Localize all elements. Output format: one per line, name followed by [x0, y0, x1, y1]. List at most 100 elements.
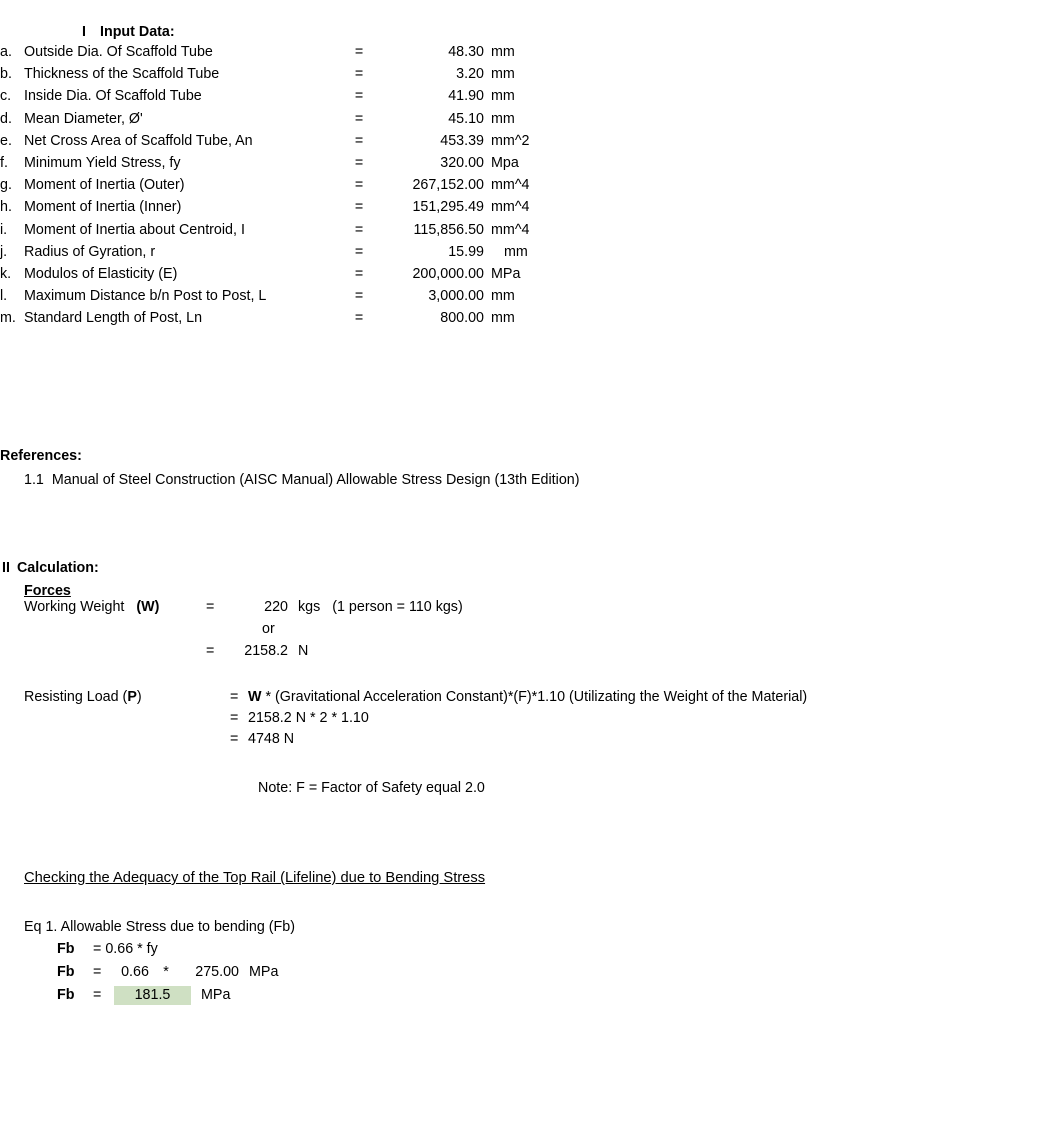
- working-weight-value: 220: [264, 599, 288, 615]
- row-key: k.: [0, 265, 12, 282]
- fb-formula-text: = 0.66 * fy: [93, 941, 158, 957]
- row-unit: Mpa: [491, 154, 519, 171]
- equation-1-title: Eq 1. Allowable Stress due to bending (F…: [24, 919, 296, 935]
- row-equals: =: [354, 243, 364, 260]
- calculation-numeral: II: [2, 560, 10, 576]
- row-key: i.: [0, 221, 8, 238]
- resisting-load-block: Resisting Load (P) = W * (Gravitational …: [0, 689, 807, 796]
- row-value: 15.99: [448, 243, 484, 260]
- resisting-load-symbol: P: [127, 689, 137, 705]
- weight-symbol: W: [248, 689, 262, 705]
- row-unit: mm: [491, 44, 515, 60]
- fb-symbol: Fb: [57, 987, 75, 1003]
- document-page: I Input Data: a. Outside Dia. Of Scaffold…: [0, 0, 1037, 1139]
- fb-symbol: Fb: [57, 963, 75, 980]
- calculation-title: Calculation:: [16, 560, 99, 576]
- table-row: m. Standard Length of Post, Ln = 800.00 …: [0, 310, 620, 332]
- row-label: Radius of Gyration, r: [24, 243, 156, 260]
- reference-number: 1.1: [24, 472, 44, 488]
- resisting-formula-text: * (Gravitational Acceleration Constant)*…: [261, 689, 808, 705]
- working-weight-row: Working Weight (W) = 220 kgs (1 person =…: [0, 599, 807, 621]
- row-value: 800.00: [440, 310, 484, 327]
- working-weight-equals: =: [206, 599, 215, 615]
- table-row: c. Inside Dia. Of Scaffold Tube = 41.90 …: [0, 88, 620, 110]
- input-section-numeral: I: [82, 24, 86, 40]
- factor-of-safety-note: Note: F = Factor of Safety equal 2.0: [258, 780, 485, 796]
- row-unit: mm^4: [491, 199, 530, 216]
- row-label: Minimum Yield Stress, fy: [24, 154, 181, 171]
- working-weight-symbol: (W): [136, 599, 160, 615]
- fb-result-value: 181.5: [114, 986, 191, 1005]
- working-weight-equals-2: =: [206, 643, 215, 659]
- resisting-load-text: Resisting Load (: [24, 689, 128, 705]
- row-value: 115,856.50: [413, 221, 485, 238]
- calculation-section: II Calculation: Forces Working Weight (W)…: [0, 560, 807, 796]
- resisting-load-line-2: = 2158.2 N * 2 * 1.10: [0, 710, 807, 731]
- row-key: m.: [0, 310, 16, 327]
- equation-1-block: Eq 1. Allowable Stress due to bending (F…: [0, 919, 485, 1009]
- fb-coefficient: 0.66: [121, 963, 149, 980]
- table-row: i. Moment of Inertia about Centroid, I =…: [0, 222, 620, 244]
- table-row: a. Outside Dia. Of Scaffold Tube = 48.30…: [0, 44, 620, 66]
- calculation-heading: II Calculation:: [0, 560, 807, 576]
- row-unit: mm^4: [491, 221, 530, 238]
- input-data-heading: I Input Data:: [82, 22, 620, 44]
- resisting-equals-1: =: [230, 689, 239, 705]
- fb-equals: =: [93, 987, 102, 1003]
- row-label: Modulos of Elasticity (E): [24, 265, 178, 282]
- row-label: Maximum Distance b/n Post to Post, L: [24, 288, 267, 305]
- row-equals: =: [354, 199, 364, 216]
- resisting-formula-2: 2158.2 N * 2 * 1.10: [248, 710, 369, 726]
- fb-unit: MPa: [249, 963, 279, 980]
- row-unit: mm: [491, 310, 515, 327]
- resisting-result: 4748 N: [248, 731, 295, 747]
- row-value: 453.39: [440, 132, 484, 149]
- row-value: 45.10: [448, 110, 484, 127]
- row-key: g.: [0, 177, 12, 194]
- row-equals: =: [354, 288, 364, 305]
- row-value: 3.20: [456, 66, 484, 83]
- row-equals: =: [354, 265, 364, 282]
- resisting-equals-2: =: [230, 710, 239, 726]
- working-weight-unit: kgs: [298, 599, 321, 615]
- row-unit: MPa: [491, 265, 521, 282]
- row-key: c.: [0, 88, 12, 105]
- row-key: b.: [0, 66, 12, 83]
- working-weight-text: Working Weight: [24, 599, 125, 615]
- row-equals: =: [354, 110, 364, 127]
- equation-1-substitution: Fb = 0.66 * 275.00 MPa: [24, 964, 485, 987]
- row-equals: =: [354, 132, 364, 149]
- row-value: 41.90: [448, 88, 484, 105]
- forces-heading: Forces: [24, 583, 71, 599]
- row-label: Inside Dia. Of Scaffold Tube: [24, 88, 202, 105]
- equation-1-result: Fb = 181.5 MPa: [24, 986, 485, 1009]
- row-value: 3,000.00: [428, 288, 484, 305]
- working-weight-label: Working Weight (W): [0, 599, 206, 615]
- resisting-load-line-3: = 4748 N: [0, 731, 807, 752]
- row-key: f.: [0, 154, 8, 171]
- table-row: f. Minimum Yield Stress, fy = 320.00 Mpa: [0, 155, 620, 177]
- row-label: Standard Length of Post, Ln: [24, 310, 203, 327]
- reference-text: Manual of Steel Construction (AISC Manua…: [51, 472, 580, 488]
- row-key: h.: [0, 199, 12, 216]
- row-unit: mm: [491, 110, 515, 127]
- table-row: j. Radius of Gyration, r = 15.99 mm: [0, 244, 620, 266]
- fb-symbol: Fb: [57, 941, 75, 957]
- reference-item: 1.1 Manual of Steel Construction (AISC M…: [0, 472, 579, 488]
- table-row: l. Maximum Distance b/n Post to Post, L …: [0, 288, 620, 310]
- references-title: References:: [0, 448, 82, 464]
- table-row: h. Moment of Inertia (Inner) = 151,295.4…: [0, 199, 620, 221]
- row-label: Moment of Inertia (Outer): [24, 177, 185, 194]
- resisting-load-paren: ): [136, 689, 142, 705]
- row-value: 267,152.00: [412, 177, 484, 194]
- row-label: Moment of Inertia about Centroid, I: [24, 221, 245, 238]
- working-weight-or: or: [262, 621, 275, 637]
- resisting-formula-1: W * (Gravitational Acceleration Constant…: [248, 689, 807, 705]
- row-key: a.: [0, 44, 12, 60]
- row-value: 48.30: [448, 44, 484, 60]
- resisting-load-label: Resisting Load (P): [24, 689, 142, 705]
- working-weight-note: (1 person = 110 kgs): [332, 599, 463, 615]
- fb-yield-value: 275.00: [195, 963, 239, 980]
- table-row: k. Modulos of Elasticity (E) = 200,000.0…: [0, 266, 620, 288]
- input-section-title: Input Data:: [99, 24, 175, 40]
